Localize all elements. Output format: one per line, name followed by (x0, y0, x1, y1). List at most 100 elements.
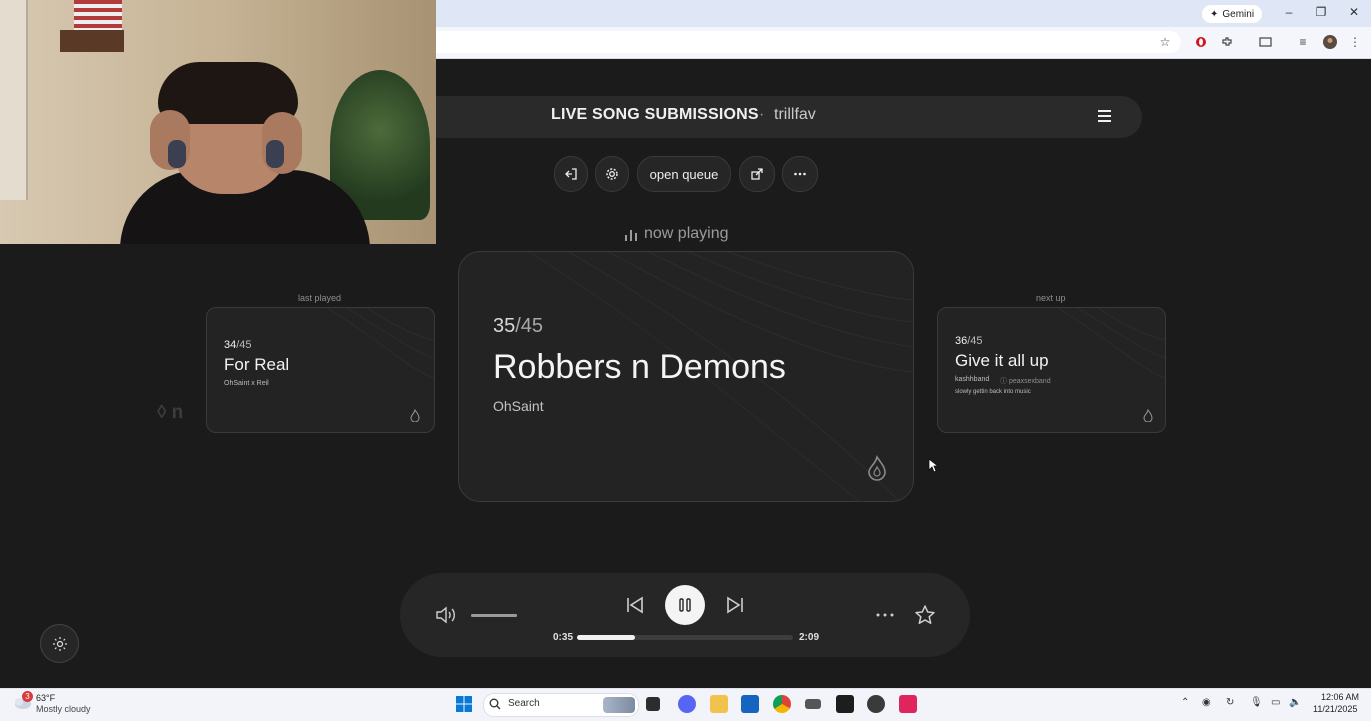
mouse-cursor-icon (928, 458, 938, 473)
sun-icon (52, 636, 67, 651)
current-title: Robbers n Demons (493, 348, 786, 386)
exit-button[interactable] (554, 156, 588, 192)
windows-start-icon[interactable] (455, 695, 473, 718)
extensions-icon[interactable] (1217, 33, 1237, 51)
share-button[interactable] (739, 156, 775, 192)
address-bar[interactable] (436, 31, 1181, 53)
next-up-artist: kashhband (955, 376, 990, 383)
media-control-icon[interactable]: ≡ (1293, 33, 1313, 51)
tiktok-icon[interactable] (899, 695, 917, 713)
volume-slider[interactable] (471, 614, 517, 617)
streamer-name[interactable]: trillfav (774, 106, 816, 124)
cast-icon[interactable] (1255, 33, 1275, 51)
close-window-button[interactable]: ✕ (1344, 5, 1364, 19)
theme-toggle-button[interactable] (40, 624, 79, 663)
current-position: 35/45 (493, 315, 544, 337)
volume-icon[interactable] (435, 606, 457, 629)
weather-badge: 3 (22, 691, 33, 702)
last-played-artist: OhSaint x Reil (224, 380, 269, 387)
now-playing-heading: now playing (624, 225, 729, 243)
pause-icon (679, 598, 691, 612)
search-label: Search (508, 698, 540, 709)
controller-icon[interactable] (805, 699, 821, 709)
restore-button[interactable]: ❐ (1311, 5, 1331, 19)
clock-date[interactable]: 11/21/2025 (1313, 704, 1357, 714)
obs-icon[interactable] (867, 695, 885, 713)
gemini-label: Gemini (1222, 8, 1255, 20)
webcam-overlay (0, 0, 436, 244)
opera-icon[interactable] (1191, 33, 1211, 51)
current-artist[interactable]: OhSaint (493, 398, 544, 414)
star-icon (915, 605, 935, 624)
next-up-label: next up (1036, 293, 1066, 303)
pause-button[interactable] (665, 585, 705, 625)
next-up-handle[interactable]: ⓘ peaxsexband (1000, 376, 1051, 386)
flame-icon (868, 455, 886, 481)
network-icon[interactable]: ▭ (1271, 697, 1280, 708)
faded-logo: ◊ n (157, 402, 184, 423)
next-up-position: 36/45 (955, 335, 983, 347)
webcam-headphone-left (168, 140, 186, 168)
equalizer-icon (625, 229, 637, 241)
next-up-title: Give it all up (955, 351, 1049, 370)
now-playing-label: now playing (644, 225, 729, 242)
elapsed-time: 0:35 (553, 632, 574, 643)
gear-icon (606, 168, 618, 180)
webcam-door (0, 0, 28, 200)
epic-games-icon[interactable] (836, 695, 854, 713)
clock-time[interactable]: 12:06 AM (1321, 692, 1359, 702)
file-explorer-icon[interactable] (710, 695, 728, 713)
sparkle-icon: ✦ (1210, 8, 1219, 20)
volume-slider-fill (471, 614, 517, 617)
player-more-button[interactable] (875, 607, 895, 628)
next-track-button[interactable] (725, 596, 745, 619)
tray-app-icon[interactable]: ◉ (1202, 697, 1211, 708)
title-separator: · (759, 106, 765, 123)
task-view-icon[interactable] (646, 697, 660, 711)
last-played-label: last played (298, 293, 342, 303)
weather-temp: 63°F (36, 693, 56, 703)
tray-sync-icon[interactable]: ↻ (1226, 697, 1234, 708)
more-icon (876, 613, 894, 617)
store-icon[interactable] (741, 695, 759, 713)
last-played-title: For Real (224, 355, 290, 374)
search-icon (489, 697, 501, 715)
more-options-button[interactable] (782, 156, 818, 192)
share-icon (751, 168, 763, 180)
chrome-icon[interactable] (773, 695, 791, 713)
tray-chevron-icon[interactable]: ⌃ (1181, 697, 1189, 708)
last-played-card[interactable]: 34/45 For Real OhSaint x Reil (206, 307, 435, 433)
now-playing-card[interactable]: 35/45 Robbers n Demons OhSaint (458, 251, 914, 502)
settings-button[interactable] (595, 156, 629, 192)
bookmark-star-icon[interactable]: ☆ (1155, 33, 1175, 51)
page-title: LIVE SONG SUBMISSIONS (551, 106, 759, 123)
exit-icon (565, 168, 577, 180)
webcam-shelf (60, 30, 124, 52)
progress-fill (577, 635, 636, 640)
microphone-icon[interactable]: 🎙 (1250, 697, 1263, 708)
next-up-card[interactable]: 36/45 Give it all up kashhband ⓘ peaxsex… (937, 307, 1166, 433)
last-played-position: 34/45 (224, 339, 252, 351)
progress-bar[interactable] (577, 635, 793, 640)
next-up-note: slowly gettin back into music (955, 389, 1031, 395)
flame-icon (1143, 409, 1153, 422)
gemini-button[interactable]: ✦ Gemini (1202, 5, 1263, 23)
total-duration: 2:09 (799, 632, 820, 643)
minimize-button[interactable]: – (1279, 5, 1299, 19)
flame-icon (410, 409, 420, 422)
previous-track-button[interactable] (625, 596, 645, 619)
speaker-icon[interactable]: 🔈 (1289, 697, 1301, 708)
webcam-headphone-right (266, 140, 284, 168)
skip-previous-icon (627, 596, 643, 614)
kebab-menu-icon[interactable]: ⋮ (1345, 33, 1365, 51)
skip-next-icon (727, 596, 743, 614)
hamburger-menu-icon[interactable] (1096, 108, 1114, 124)
discord-icon[interactable] (678, 695, 696, 713)
favorite-button[interactable] (914, 604, 936, 631)
weather-description: Mostly cloudy (36, 704, 91, 714)
open-queue-button[interactable]: open queue (637, 156, 731, 192)
more-icon (794, 172, 806, 176)
profile-avatar[interactable] (1320, 33, 1340, 51)
search-highlight-image (603, 697, 635, 713)
webcam-flag (74, 0, 122, 30)
